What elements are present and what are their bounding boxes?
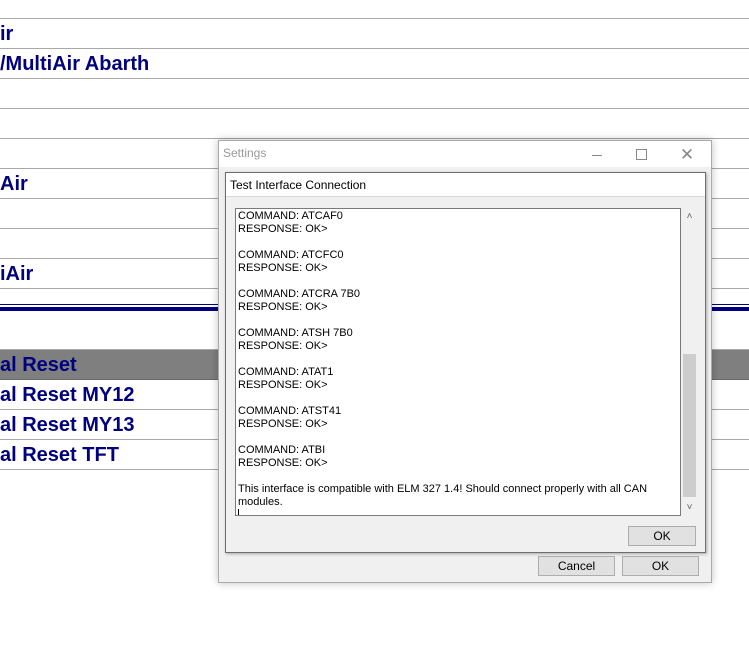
list-item[interactable]: /MultiAir Abarth	[0, 49, 749, 79]
settings-window: Settings ✕ Test Interface Connection COM…	[218, 140, 712, 583]
settings-title: Settings	[223, 146, 267, 160]
list-item-label: Air	[0, 173, 28, 195]
close-icon: ✕	[679, 144, 695, 164]
minimize-icon	[592, 154, 602, 156]
text-caret	[238, 509, 239, 515]
list-item-label: iAir	[0, 263, 34, 285]
list-item-label: al Reset	[0, 354, 77, 376]
list-item-label: al Reset MY13	[0, 414, 135, 436]
list-item[interactable]: ir	[0, 19, 749, 49]
scroll-up-icon[interactable]: ˄	[681, 208, 698, 225]
ok-button[interactable]: OK	[622, 556, 699, 576]
list-item-label: /MultiAir Abarth	[0, 53, 150, 75]
log-content: COMMAND: ATCAF0 RESPONSE: OK> COMMAND: A…	[238, 210, 648, 508]
list-item[interactable]	[0, 109, 749, 139]
log-textarea[interactable]: COMMAND: ATCAF0 RESPONSE: OK> COMMAND: A…	[235, 208, 681, 516]
cancel-button[interactable]: Cancel	[538, 556, 615, 576]
list-item-label: al Reset TFT	[0, 444, 119, 466]
test-ok-button[interactable]: OK	[628, 526, 696, 546]
scroll-down-icon[interactable]: ˅	[681, 499, 698, 516]
list-item-label: ir	[0, 23, 14, 45]
close-button[interactable]: ✕	[665, 141, 709, 167]
log-text: COMMAND: ATCAF0 RESPONSE: OK> COMMAND: A…	[238, 210, 678, 515]
log-scrollbar[interactable]: ˄ ˅	[681, 208, 698, 516]
test-dialog-titlebar[interactable]: Test Interface Connection	[226, 173, 705, 197]
maximize-button[interactable]	[619, 141, 663, 167]
maximize-icon	[635, 148, 647, 160]
settings-titlebar[interactable]: Settings ✕	[219, 141, 711, 167]
list-item-label: al Reset MY12	[0, 384, 135, 406]
minimize-button[interactable]	[575, 141, 619, 167]
list-item[interactable]	[0, 79, 749, 109]
test-dialog-title: Test Interface Connection	[230, 178, 367, 192]
test-interface-dialog: Test Interface Connection COMMAND: ATCAF…	[225, 172, 706, 553]
scrollbar-thumb[interactable]	[683, 354, 696, 497]
